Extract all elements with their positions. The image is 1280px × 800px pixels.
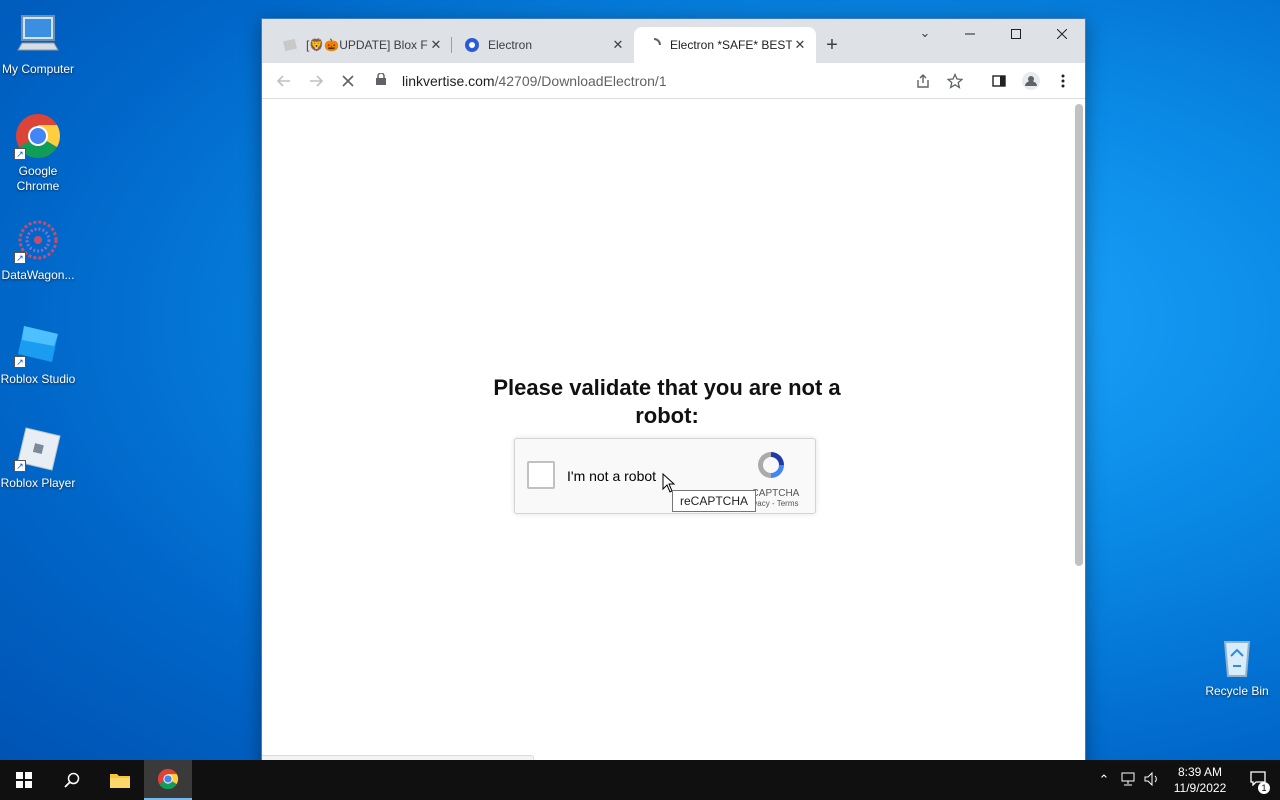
desktop-icon-label: Google Chrome (16, 164, 60, 193)
system-tray: ⌃ 8:39 AM 11/9/2022 1 (1092, 760, 1280, 800)
search-button[interactable] (48, 760, 96, 800)
page-heading: Please validate that you are not a robot… (493, 375, 841, 428)
roblox-player-icon: ↗ (14, 424, 62, 472)
tab-blox-fruits[interactable]: [🦁🎃UPDATE] Blox Fruits ✕ (270, 27, 452, 63)
back-button[interactable] (268, 67, 300, 95)
search-icon (64, 772, 80, 788)
chrome-taskbar-button[interactable] (144, 760, 192, 800)
desktop-icon-datawagon[interactable]: ↗ DataWagon... (0, 216, 76, 283)
stop-loading-button[interactable] (332, 67, 364, 95)
minimize-button[interactable] (947, 19, 993, 49)
desktop-icon-my-computer[interactable]: My Computer (0, 10, 76, 77)
volume-icon[interactable] (1140, 771, 1164, 789)
desktop-icon-label: Recycle Bin (1205, 684, 1269, 698)
tab-title: [🦁🎃UPDATE] Blox Fruits (306, 38, 428, 52)
window-controls (947, 19, 1085, 49)
tab-search-chevron-icon[interactable]: ⌄ (911, 25, 939, 45)
taskbar: ⌃ 8:39 AM 11/9/2022 1 (0, 760, 1280, 800)
clock[interactable]: 8:39 AM 11/9/2022 (1164, 764, 1236, 796)
url-host: linkvertise.com (402, 72, 495, 89)
recaptcha-checkbox[interactable] (527, 461, 555, 489)
chrome-icon (157, 768, 179, 790)
roblox-studio-icon: ↗ (14, 320, 62, 368)
windows-logo-icon (16, 772, 32, 788)
shortcut-arrow-icon: ↗ (14, 356, 26, 368)
action-center-button[interactable]: 1 (1236, 770, 1280, 794)
tab-title: Electron (488, 38, 533, 52)
loading-spinner-icon (646, 37, 662, 53)
new-tab-button[interactable]: + (816, 29, 848, 61)
desktop-icon-roblox-studio[interactable]: ↗ Roblox Studio (0, 320, 76, 387)
folder-icon (110, 774, 130, 788)
recaptcha-label: I'm not a robot (567, 468, 657, 484)
page-favicon-icon (282, 37, 298, 53)
network-icon[interactable] (1116, 772, 1140, 789)
desktop-icon-label: My Computer (1, 62, 75, 76)
computer-icon (14, 10, 62, 58)
desktop-icon-google-chrome[interactable]: ↗ Google Chrome (0, 112, 76, 194)
datawagon-icon: ↗ (14, 216, 62, 264)
address-bar[interactable]: linkvertise.com/42709/DownloadElectron/1 (370, 67, 977, 95)
recaptcha-tooltip: reCAPTCHA (672, 490, 757, 512)
tab-electron[interactable]: Electron ✕ (452, 27, 634, 63)
recaptcha-icon (758, 452, 784, 478)
close-window-button[interactable] (1039, 19, 1085, 49)
tab-strip: [🦁🎃UPDATE] Blox Fruits ✕ Electron ✕ Elec… (262, 19, 1085, 63)
file-explorer-button[interactable] (96, 760, 144, 800)
browser-window: [🦁🎃UPDATE] Blox Fruits ✕ Electron ✕ Elec… (261, 18, 1086, 776)
electron-favicon-icon (464, 37, 480, 53)
maximize-button[interactable] (993, 19, 1039, 49)
tab-electron-safe-active[interactable]: Electron *SAFE* BEST ✕ (634, 27, 816, 63)
shortcut-arrow-icon: ↗ (14, 148, 26, 160)
desktop-icon-label: Roblox Studio (0, 372, 76, 386)
recycle-bin-icon (1213, 632, 1261, 680)
lock-icon (376, 72, 392, 88)
url-text: linkvertise.com/42709/DownloadElectron/1 (402, 73, 907, 89)
url-path: /42709/DownloadElectron/1 (494, 72, 667, 89)
tab-close-icon[interactable]: ✕ (428, 37, 444, 53)
bookmark-star-icon[interactable] (939, 67, 971, 95)
browser-toolbar: linkvertise.com/42709/DownloadElectron/1 (262, 63, 1085, 99)
tab-close-icon[interactable]: ✕ (792, 37, 808, 53)
shortcut-arrow-icon: ↗ (14, 252, 26, 264)
desktop-icon-roblox-player[interactable]: ↗ Roblox Player (0, 424, 76, 491)
shortcut-arrow-icon: ↗ (14, 460, 26, 472)
chrome-icon: ↗ (14, 112, 62, 160)
profile-avatar-icon[interactable] (1015, 67, 1047, 95)
side-panel-icon[interactable] (983, 67, 1015, 95)
tab-close-icon[interactable]: ✕ (610, 37, 626, 53)
tab-title: Electron *SAFE* BEST (670, 38, 792, 52)
vertical-scrollbar[interactable] (1075, 104, 1083, 566)
page-content: Please validate that you are not a robot… (262, 100, 1085, 775)
notification-count-badge: 1 (1258, 782, 1270, 794)
share-icon[interactable] (907, 67, 939, 95)
forward-button[interactable] (300, 67, 332, 95)
show-hidden-icons-chevron-icon[interactable]: ⌃ (1092, 772, 1116, 788)
clock-time: 8:39 AM (1177, 765, 1223, 779)
more-menu-icon[interactable] (1047, 67, 1079, 95)
desktop-icon-label: DataWagon... (1, 268, 75, 282)
start-button[interactable] (0, 760, 48, 800)
desktop-icon-label: Roblox Player (0, 476, 76, 490)
desktop-icon-recycle-bin[interactable]: Recycle Bin (1199, 632, 1275, 699)
clock-date: 11/9/2022 (1173, 781, 1227, 795)
